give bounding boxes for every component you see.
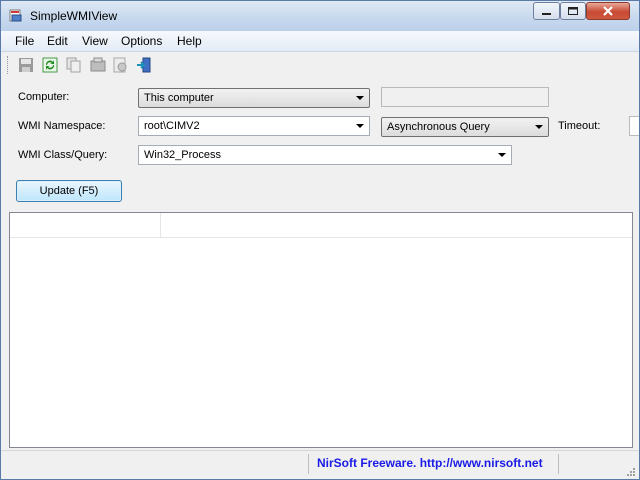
minimize-icon xyxy=(542,13,551,15)
class-query-value: Win32_Process xyxy=(144,149,222,161)
nirsoft-link[interactable]: NirSoft Freeware. http://www.nirsoft.net xyxy=(317,456,543,470)
chevron-down-icon xyxy=(356,96,364,100)
timeout-field[interactable] xyxy=(629,116,639,136)
column-separator[interactable] xyxy=(160,213,161,237)
toolbar-grip xyxy=(7,56,11,74)
computer-dropdown[interactable]: This computer xyxy=(138,88,370,108)
timeout-label: Timeout: xyxy=(558,120,601,132)
namespace-combobox[interactable]: root\CIMV2 xyxy=(138,116,370,136)
resize-grip-icon[interactable] xyxy=(626,467,636,477)
class-query-combobox[interactable]: Win32_Process xyxy=(138,145,512,165)
menu-help[interactable]: Help xyxy=(177,34,202,48)
remote-computer-field xyxy=(381,87,549,107)
chevron-down-icon xyxy=(356,124,364,128)
menu-edit[interactable]: Edit xyxy=(47,34,68,48)
namespace-label: WMI Namespace: xyxy=(18,120,106,132)
properties-icon[interactable] xyxy=(89,56,107,74)
status-divider xyxy=(308,454,309,474)
app-window: SimpleWMIView File Edit View Options Hel… xyxy=(0,0,640,480)
computer-label: Computer: xyxy=(18,91,70,103)
chevron-down-icon xyxy=(535,125,543,129)
toolbar xyxy=(1,52,639,78)
query-mode-dropdown[interactable]: Asynchronous Query xyxy=(381,117,549,137)
computer-value: This computer xyxy=(144,92,214,104)
maximize-icon xyxy=(568,7,578,15)
minimize-button[interactable] xyxy=(533,2,560,20)
menu-bar: File Edit View Options Help xyxy=(1,31,639,52)
status-divider xyxy=(558,454,559,474)
query-mode-value: Asynchronous Query xyxy=(387,121,490,133)
class-query-label: WMI Class/Query: xyxy=(18,149,108,161)
html-report-icon[interactable] xyxy=(111,56,129,74)
app-icon xyxy=(9,9,22,22)
namespace-value: root\CIMV2 xyxy=(144,120,200,132)
save-icon[interactable] xyxy=(17,56,35,74)
status-bar: NirSoft Freeware. http://www.nirsoft.net xyxy=(1,450,639,479)
chevron-down-icon xyxy=(498,153,506,157)
close-button[interactable] xyxy=(586,2,630,20)
results-list[interactable] xyxy=(9,212,633,448)
menu-view[interactable]: View xyxy=(82,34,108,48)
close-icon xyxy=(603,6,613,16)
window-title: SimpleWMIView xyxy=(30,9,118,23)
update-button[interactable]: Update (F5) xyxy=(16,180,122,202)
maximize-button[interactable] xyxy=(560,2,586,20)
menu-options[interactable]: Options xyxy=(121,34,162,48)
menu-file[interactable]: File xyxy=(15,34,34,48)
exit-icon[interactable] xyxy=(135,56,153,74)
refresh-icon[interactable] xyxy=(41,56,59,74)
list-header[interactable] xyxy=(10,213,632,238)
title-bar[interactable]: SimpleWMIView xyxy=(1,1,639,31)
copy-icon[interactable] xyxy=(65,56,83,74)
